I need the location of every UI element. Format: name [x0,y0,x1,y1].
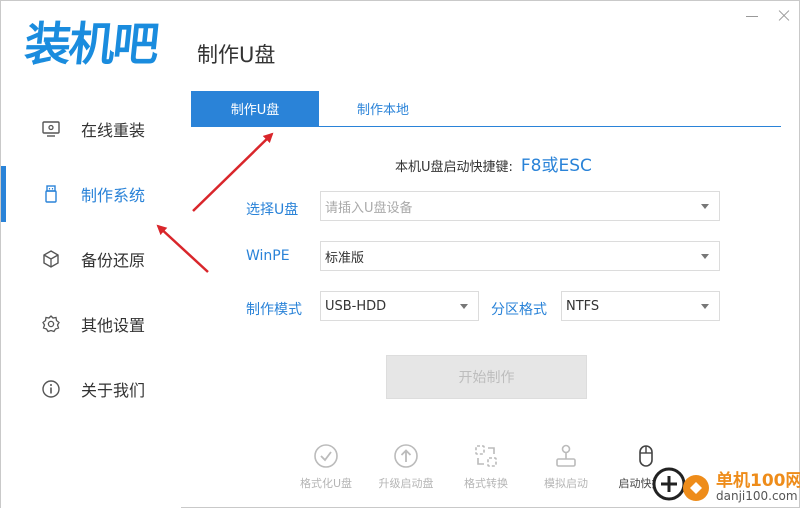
chevron-down-icon [701,254,709,259]
tool-format-convert[interactable]: 格式转换 [446,441,526,493]
tool-label: 格式化U盘 [299,477,353,490]
usb-drive-icon [41,184,61,204]
tab-bar: 制作U盘 制作本地 [191,91,781,127]
sidebar-item-label: 关于我们 [81,381,146,400]
tab-make-usb[interactable]: 制作U盘 [191,91,319,126]
sidebar-item-make-system[interactable]: 制作系统 [1,166,181,222]
partition-format-value: NTFS [566,298,600,314]
logo-text: 装机吧 [22,17,160,71]
sidebar-item-online-reinstall[interactable]: 在线重装 [1,101,181,157]
tool-upgrade-bootdisk[interactable]: 升级启动盘 [366,441,446,493]
winpe-select-value: 标准版 [325,250,365,266]
partition-format-label: 分区格式 [491,302,547,318]
winpe-label: WinPE [246,248,290,264]
close-button[interactable] [777,7,791,25]
partition-format-select[interactable]: NTFS [561,291,720,321]
usb-select-label: 选择U盘 [246,202,299,218]
sidebar-item-label: 在线重装 [81,121,146,140]
tool-label: 升级启动盘 [378,477,434,490]
app-window: 装机吧 在线重装 制作系统 备份还原 其他设置 关于我们 制作U盘 制作U盘 制… [0,0,800,508]
check-circle-icon [313,443,339,469]
hotkey-label: 本机U盘启动快捷键: [395,160,513,175]
joystick-icon [553,443,579,469]
make-mode-label: 制作模式 [246,302,302,318]
tab-make-local[interactable]: 制作本地 [319,91,447,126]
sidebar-item-about-us[interactable]: 关于我们 [1,361,181,417]
chevron-down-icon [701,204,709,209]
winpe-select[interactable]: 标准版 [320,241,720,271]
make-mode-select[interactable]: USB-HDD [320,291,479,321]
upload-circle-icon [393,443,419,469]
tool-label: 格式转换 [464,477,508,490]
page-title: 制作U盘 [197,43,276,67]
cube-icon [41,249,61,269]
sidebar-item-backup-restore[interactable]: 备份还原 [1,231,181,287]
sidebar: 装机吧 在线重装 制作系统 备份还原 其他设置 关于我们 [1,1,181,508]
gear-icon [41,314,61,334]
start-make-button[interactable]: 开始制作 [386,355,587,399]
usb-select-placeholder: 请插入U盘设备 [325,200,413,216]
window-controls [745,7,791,25]
sidebar-item-label: 备份还原 [81,251,146,270]
watermark-logo-icon [652,467,709,501]
app-logo: 装机吧 [22,13,165,75]
tool-simulate-boot[interactable]: 模拟启动 [526,441,606,493]
monitor-icon [41,119,61,139]
sidebar-item-label: 制作系统 [81,186,146,205]
boot-hotkey-info: 本机U盘启动快捷键: F8或ESC [395,151,592,176]
tool-format-usb[interactable]: 格式化U盘 [286,441,366,493]
chevron-down-icon [701,304,709,309]
tool-label: 模拟启动 [544,477,588,490]
watermark: 单机100网 danji100.com [652,464,800,506]
usb-select[interactable]: 请插入U盘设备 [320,191,720,221]
make-mode-value: USB-HDD [325,298,387,314]
minimize-button[interactable] [745,7,759,25]
watermark-name: 单机100网 [716,471,800,491]
info-icon [41,379,61,399]
sidebar-item-label: 其他设置 [81,316,146,335]
convert-icon [473,443,499,469]
watermark-url: danji100.com [716,489,798,503]
chevron-down-icon [460,304,468,309]
hotkey-value: F8或ESC [520,156,592,176]
sidebar-item-other-settings[interactable]: 其他设置 [1,296,181,352]
